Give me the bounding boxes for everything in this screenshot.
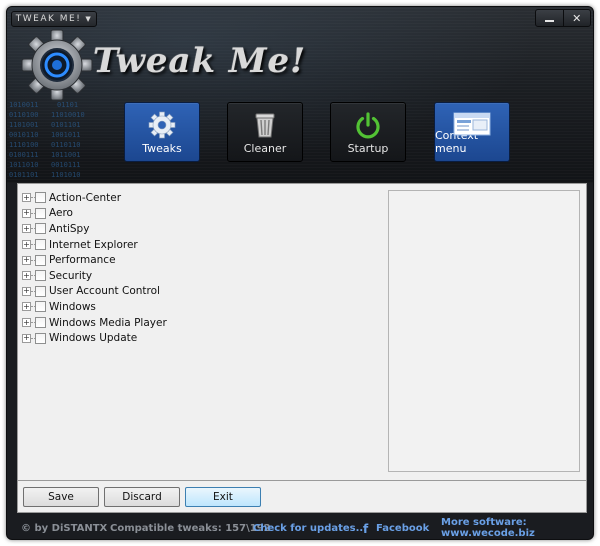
save-button[interactable]: Save (23, 487, 99, 507)
tab-context-menu[interactable]: Context menu (434, 102, 510, 162)
exit-button[interactable]: Exit (185, 487, 261, 507)
tree-item-checkbox[interactable] (35, 301, 46, 313)
gear-logo-icon (21, 29, 93, 101)
expand-icon[interactable]: + (22, 271, 31, 281)
tab-startup-label: Startup (347, 142, 389, 155)
minimize-icon (544, 19, 554, 22)
app-menu-button[interactable]: TWEAK ME! ▼ (11, 11, 97, 27)
tree-item-checkbox[interactable] (35, 239, 46, 251)
tab-cleaner-label: Cleaner (243, 142, 287, 155)
facebook-label: Facebook (376, 522, 430, 534)
tree-item[interactable]: + User Account Control (22, 284, 382, 300)
trash-icon (255, 113, 275, 138)
close-button[interactable]: ✕ (564, 10, 591, 26)
compatible-tweaks-text: Compatible tweaks: 157\192 (110, 522, 271, 534)
expand-icon[interactable]: + (22, 302, 31, 312)
expand-icon[interactable]: + (22, 333, 31, 343)
tab-tweaks-label: Tweaks (142, 142, 182, 155)
tree-item[interactable]: + Windows Update (22, 330, 382, 346)
check-updates-link[interactable]: Check for updates... (253, 523, 367, 534)
gear-icon (148, 111, 176, 139)
tree-item-checkbox[interactable] (35, 207, 46, 219)
tree-item-label: Internet Explorer (49, 238, 138, 251)
svg-text:0101101: 0101101 (51, 121, 81, 129)
tree-item[interactable]: + Internet Explorer (22, 237, 382, 253)
tree-item[interactable]: + Security (22, 268, 382, 284)
svg-text:1001011: 1001011 (51, 131, 81, 139)
app-window: 1010011 01101 0110100 11010010 1101001 0101… (6, 6, 594, 540)
facebook-icon: f (363, 522, 369, 536)
svg-text:1101001: 1101001 (9, 121, 39, 129)
expand-icon[interactable]: + (22, 318, 31, 328)
svg-text:0010111: 0010111 (51, 161, 81, 169)
app-title: Tweak Me! (93, 41, 307, 81)
facebook-link[interactable]: f Facebook (363, 522, 430, 536)
svg-text:0101101: 0101101 (9, 171, 39, 179)
discard-button[interactable]: Discard (104, 487, 180, 507)
tree-item-label: Action-Center (49, 191, 122, 204)
tree-item-label: Windows (49, 300, 96, 313)
app-menu-label: TWEAK ME! (15, 14, 82, 24)
tree-item-checkbox[interactable] (35, 192, 46, 204)
svg-text:0010110: 0010110 (9, 131, 39, 139)
tree-item-checkbox[interactable] (35, 285, 46, 297)
tweaks-tree: + Action-Center + Aero + AntiSpy + Internet Exp… (22, 190, 382, 346)
footer: © by DiSTANTX Compatible tweaks: 157\192… (7, 515, 593, 539)
header: 1010011 01101 0110100 11010010 1101001 0101… (7, 7, 593, 183)
chevron-down-icon: ▼ (85, 15, 93, 23)
tree-item-label: User Account Control (49, 285, 160, 298)
tree-item-checkbox[interactable] (35, 223, 46, 235)
tab-startup[interactable]: Startup (330, 102, 406, 162)
svg-text:1010011: 1010011 (9, 101, 39, 109)
tree-item[interactable]: + Windows (22, 299, 382, 315)
power-icon (356, 112, 380, 139)
tab-cleaner[interactable]: Cleaner (227, 102, 303, 162)
tree-item-label: Security (49, 269, 93, 282)
svg-text:11010010: 11010010 (51, 111, 85, 119)
expand-icon[interactable]: + (22, 224, 31, 234)
tree-item-label: Windows Media Player (49, 316, 167, 329)
tree-item-checkbox[interactable] (35, 332, 46, 344)
expand-icon[interactable]: + (22, 255, 31, 265)
window-controls: ✕ (535, 9, 591, 27)
copyright-text: © by DiSTANTX (21, 522, 108, 534)
tree-item[interactable]: + Windows Media Player (22, 315, 382, 331)
tree-item-label: Windows Update (49, 332, 138, 345)
svg-text:1110100: 1110100 (9, 141, 39, 149)
tree-item-label: Aero (49, 207, 73, 220)
action-bar: Save Discard Exit (17, 481, 587, 513)
tree-item-label: AntiSpy (49, 222, 90, 235)
svg-text:01101: 01101 (57, 101, 78, 109)
close-icon: ✕ (572, 11, 582, 25)
context-menu-icon (453, 112, 491, 136)
svg-text:1101010: 1101010 (51, 171, 81, 179)
more-software-link[interactable]: More software: www.wecode.biz (441, 517, 593, 539)
tweaks-panel: + Action-Center + Aero + AntiSpy + Internet Exp… (17, 183, 587, 481)
expand-icon[interactable]: + (22, 240, 31, 250)
tree-item[interactable]: + Aero (22, 206, 382, 222)
svg-text:0100111: 0100111 (9, 151, 39, 159)
expand-icon[interactable]: + (22, 193, 31, 203)
svg-text:1011001: 1011001 (51, 151, 81, 159)
tree-item-checkbox[interactable] (35, 317, 46, 329)
binary-art-decoration: 1010011 01101 0110100 11010010 1101001 0101… (9, 101, 85, 179)
description-panel (388, 190, 580, 472)
tree-item-label: Performance (49, 254, 116, 267)
tab-tweaks[interactable]: Tweaks (124, 102, 200, 162)
tree-item[interactable]: + AntiSpy (22, 221, 382, 237)
tree-item-checkbox[interactable] (35, 270, 46, 282)
tree-item[interactable]: + Action-Center (22, 190, 382, 206)
expand-icon[interactable]: + (22, 208, 31, 218)
tree-item[interactable]: + Performance (22, 252, 382, 268)
expand-icon[interactable]: + (22, 286, 31, 296)
svg-text:0110100: 0110100 (9, 111, 39, 119)
minimize-button[interactable] (536, 10, 564, 26)
svg-text:0110110: 0110110 (51, 141, 81, 149)
tree-item-checkbox[interactable] (35, 254, 46, 266)
svg-text:1011010: 1011010 (9, 161, 39, 169)
